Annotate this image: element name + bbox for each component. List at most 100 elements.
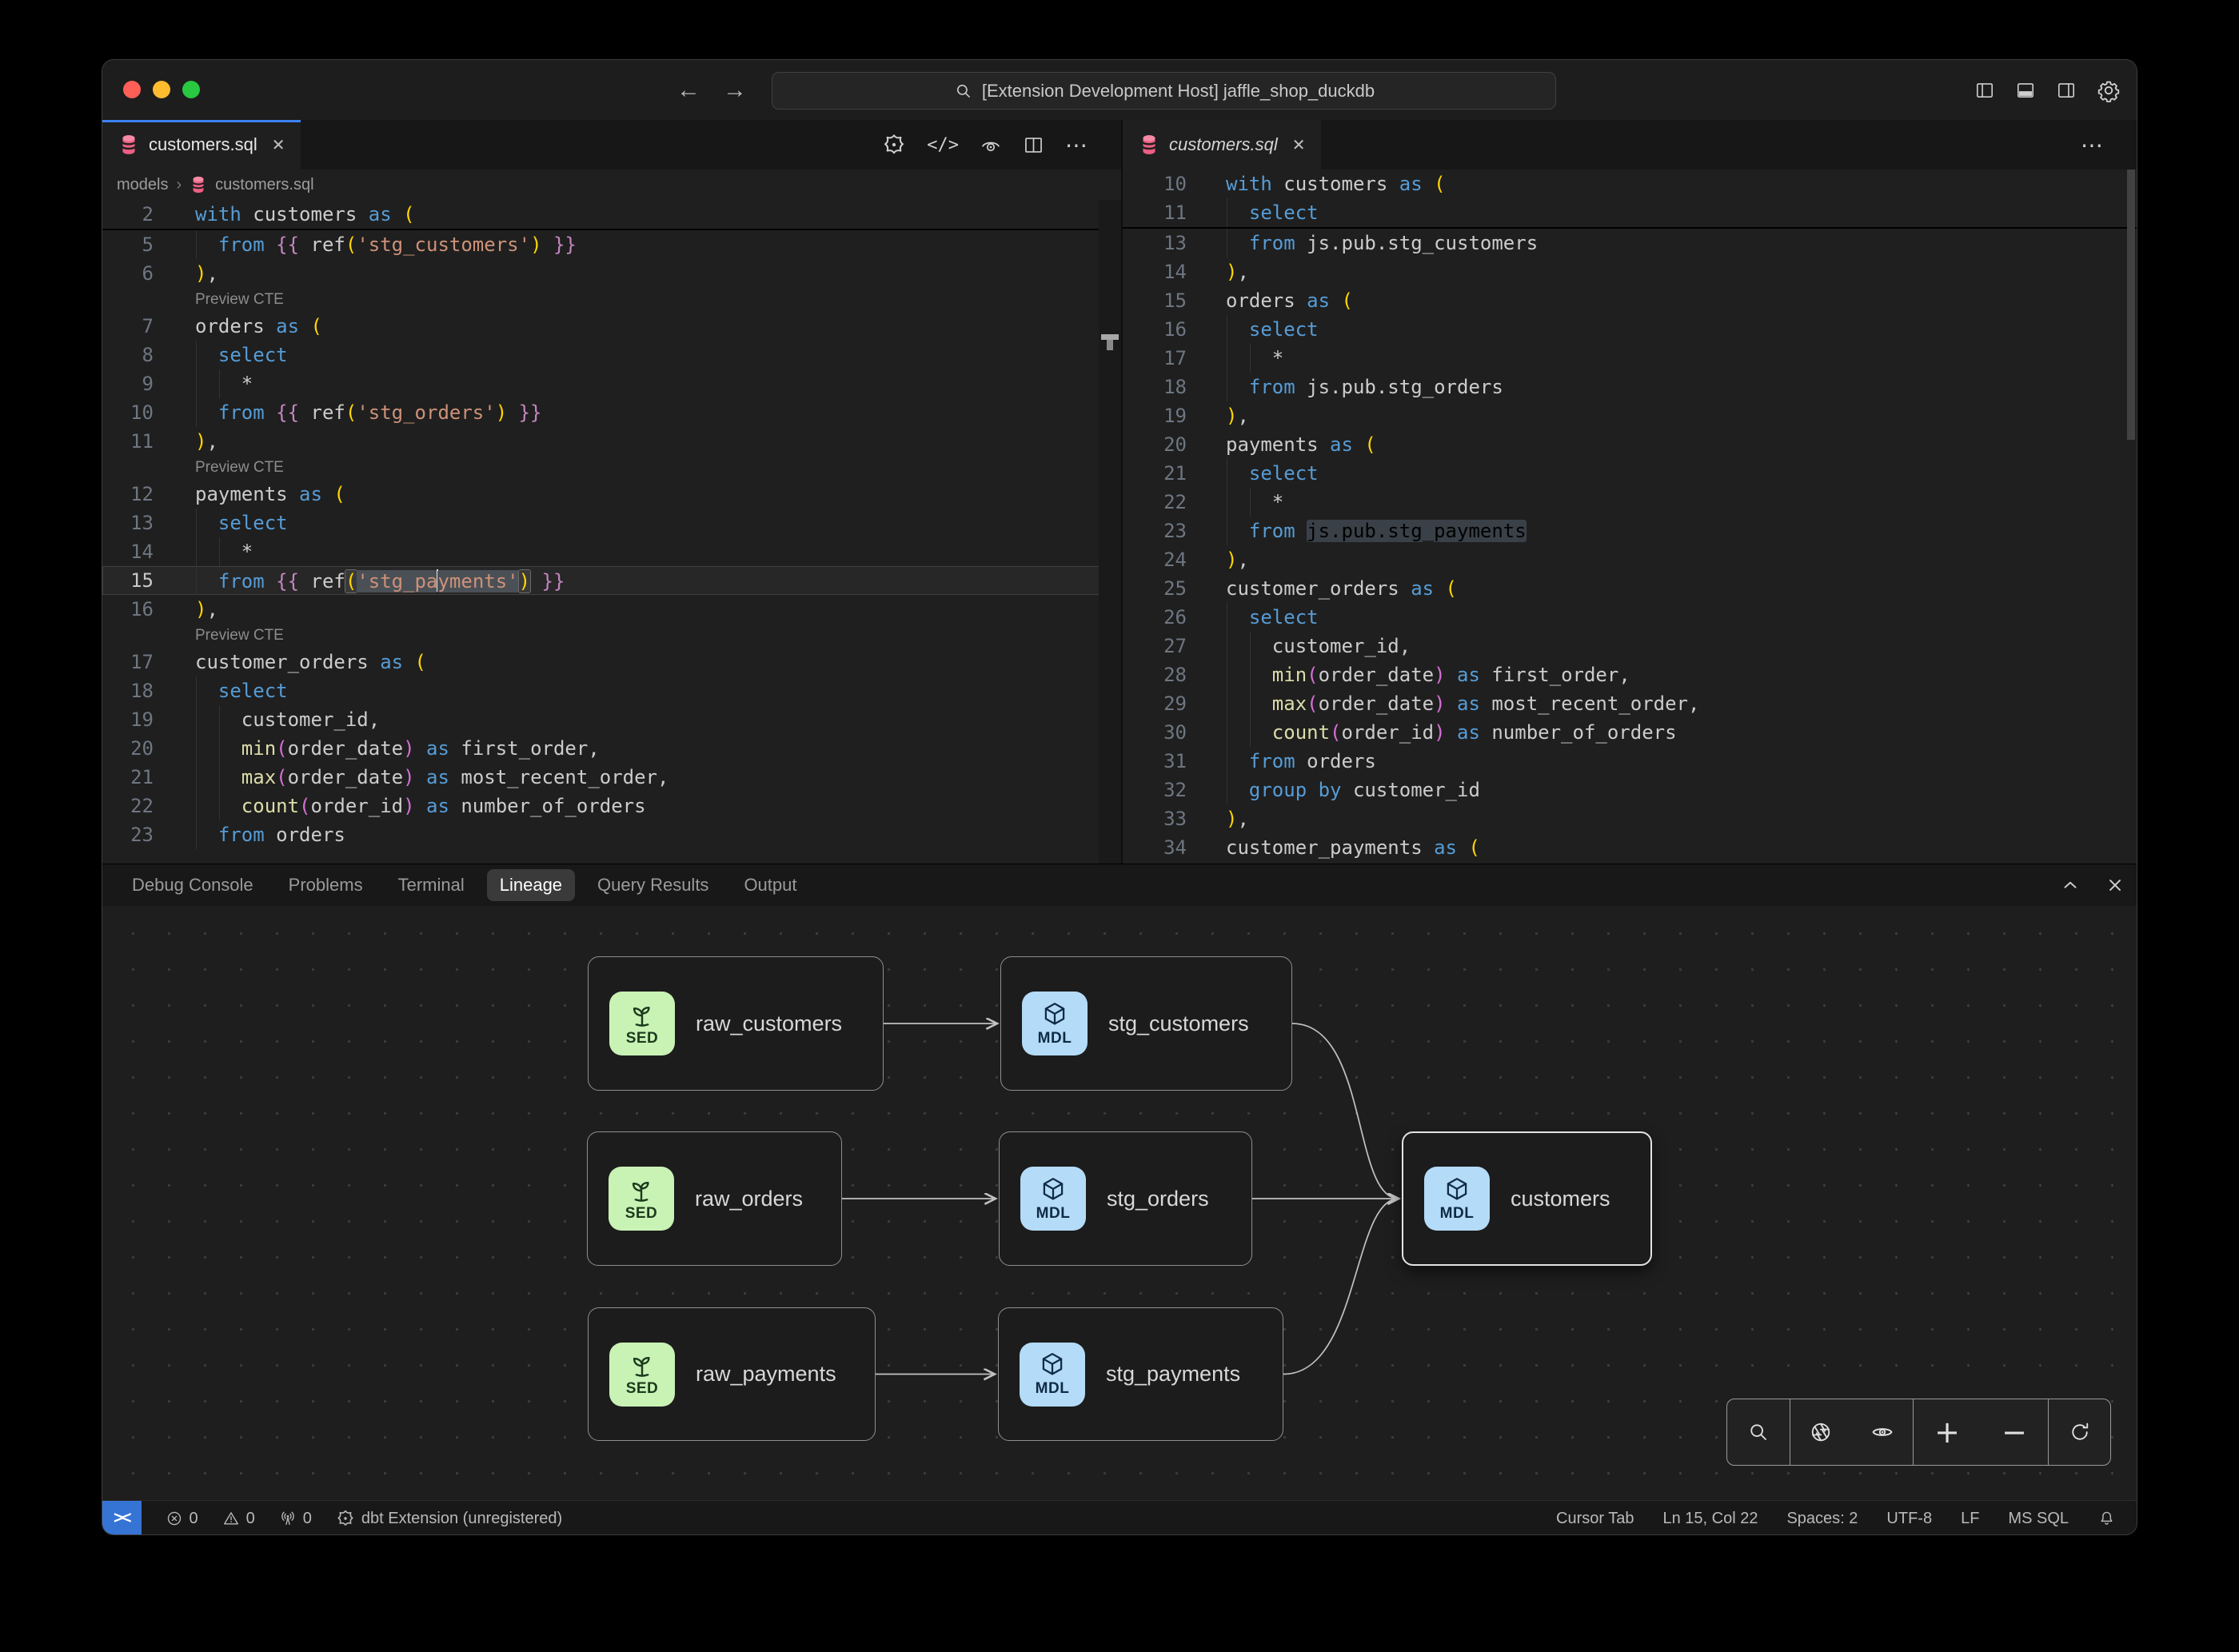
remote-indicator[interactable]: >< xyxy=(102,1501,142,1534)
eol[interactable]: LF xyxy=(1961,1510,1979,1528)
more-actions-icon[interactable]: ⋯ xyxy=(2081,132,2103,158)
refresh-icon[interactable] xyxy=(2068,1420,2092,1444)
compiled-editor-line-33[interactable]: 33), xyxy=(1123,804,2137,833)
compiled-editor-line-34[interactable]: 34customer_payments as ( xyxy=(1123,833,2137,862)
close-window-button[interactable] xyxy=(123,81,141,98)
zoom-out-icon[interactable]: − xyxy=(2002,1417,2027,1447)
codelens-preview-cte[interactable]: Preview CTE xyxy=(102,456,1121,480)
compiled-editor-line-18[interactable]: 18 from js.pub.stg_orders xyxy=(1123,373,2137,401)
compiled-editor-line-26[interactable]: 26 select xyxy=(1123,603,2137,632)
compiled-editor-line-21[interactable]: 21 select xyxy=(1123,459,2137,488)
notifications-bell[interactable] xyxy=(2097,1510,2116,1528)
compiled-editor-line-10[interactable]: 10with customers as ( xyxy=(1123,170,2137,198)
toggle-panel-icon[interactable] xyxy=(2015,80,2036,101)
dbt-run-icon[interactable] xyxy=(882,133,906,157)
compiled-editor-line-13[interactable]: 13 from js.pub.stg_customers xyxy=(1123,229,2137,257)
source-editor-line-5[interactable]: 5 from {{ ref('stg_customers') }} xyxy=(102,230,1121,259)
tab-customers-sql-left[interactable]: customers.sql ✕ xyxy=(102,120,301,170)
source-editor-line-13[interactable]: 13 select xyxy=(102,509,1121,537)
source-editor-line-15[interactable]: 15 from {{ ref('stg_payments') }} xyxy=(102,566,1121,595)
panel-tab-query-results[interactable]: Query Results xyxy=(585,869,721,901)
source-editor-line-16[interactable]: 16), xyxy=(102,595,1121,624)
compiled-editor-line-20[interactable]: 20payments as ( xyxy=(1123,430,2137,459)
lineage-node-customers[interactable]: MDLcustomers xyxy=(1402,1131,1652,1266)
close-icon[interactable]: ✕ xyxy=(272,135,285,155)
codelens-preview-cte[interactable]: Preview CTE xyxy=(102,288,1121,312)
compiled-editor-line-19[interactable]: 19), xyxy=(1123,401,2137,430)
compiled-editor-line-15[interactable]: 15orders as ( xyxy=(1123,286,2137,315)
lineage-node-raw_orders[interactable]: SEDraw_orders xyxy=(587,1131,842,1266)
compiled-editor-line-31[interactable]: 31 from orders xyxy=(1123,747,2137,776)
compiled-editor-line-17[interactable]: 17 * xyxy=(1123,344,2137,373)
panel-tab-output[interactable]: Output xyxy=(731,869,809,901)
cursor-position[interactable]: Ln 15, Col 22 xyxy=(1662,1510,1758,1528)
dbt-extension-status[interactable]: dbt Extension (unregistered) xyxy=(336,1509,562,1528)
source-editor-line-21[interactable]: 21 max(order_date) as most_recent_order, xyxy=(102,763,1121,792)
aperture-icon[interactable] xyxy=(1809,1420,1833,1444)
compiled-editor-line-32[interactable]: 32 group by customer_id xyxy=(1123,776,2137,804)
lineage-node-stg_orders[interactable]: MDLstg_orders xyxy=(999,1131,1252,1266)
panel-tab-lineage[interactable]: Lineage xyxy=(487,869,575,901)
lineage-canvas[interactable]: + − SEDraw_customers MDLstg_customers SEDra… xyxy=(102,906,2137,1500)
toggle-sidebar-left-icon[interactable] xyxy=(1974,80,1995,101)
source-editor-line-20[interactable]: 20 min(order_date) as first_order, xyxy=(102,734,1121,763)
query-preview-icon[interactable] xyxy=(980,134,1002,156)
gear-icon[interactable] xyxy=(2097,78,2121,102)
chevron-up-icon[interactable] xyxy=(2060,875,2081,896)
source-editor-line-17[interactable]: 17customer_orders as ( xyxy=(102,648,1121,676)
source-editor-line-14[interactable]: 14 * xyxy=(102,537,1121,566)
ports-count[interactable]: 0 xyxy=(279,1510,312,1528)
compiled-editor-line-14[interactable]: 14), xyxy=(1123,257,2137,286)
scrollbar-handle[interactable] xyxy=(1101,334,1119,340)
compiled-editor-line-27[interactable]: 27 customer_id, xyxy=(1123,632,2137,660)
eye-icon[interactable] xyxy=(1870,1420,1894,1444)
zoom-window-button[interactable] xyxy=(182,81,200,98)
compiled-editor-line-23[interactable]: 23 from js.pub.stg_payments xyxy=(1123,517,2137,545)
lineage-node-raw_customers[interactable]: SEDraw_customers xyxy=(588,956,884,1091)
breadcrumb-file[interactable]: customers.sql xyxy=(215,176,313,194)
back-icon[interactable]: ← xyxy=(676,77,700,104)
source-editor-line-8[interactable]: 8 select xyxy=(102,341,1121,369)
search-icon[interactable] xyxy=(1746,1420,1770,1444)
more-actions-icon[interactable]: ⋯ xyxy=(1065,132,1088,158)
minimize-window-button[interactable] xyxy=(153,81,170,98)
zoom-in-icon[interactable]: + xyxy=(1934,1417,1960,1447)
editor-scrollbar[interactable] xyxy=(1099,200,1121,864)
breadcrumb[interactable]: models › customers.sql xyxy=(102,170,1121,200)
close-icon[interactable]: ✕ xyxy=(1292,135,1306,155)
source-editor-line-7[interactable]: 7orders as ( xyxy=(102,312,1121,341)
tab-customers-sql-right[interactable]: customers.sql ✕ xyxy=(1123,120,1321,170)
split-editor-icon[interactable] xyxy=(1023,134,1044,156)
command-center-search[interactable]: [Extension Development Host] jaffle_shop… xyxy=(772,72,1556,110)
panel-tab-terminal[interactable]: Terminal xyxy=(385,869,477,901)
compiled-editor-line-16[interactable]: 16 select xyxy=(1123,315,2137,344)
language-mode[interactable]: MS SQL xyxy=(2008,1510,2069,1528)
source-editor-line-22[interactable]: 22 count(order_id) as number_of_orders xyxy=(102,792,1121,820)
indentation[interactable]: Spaces: 2 xyxy=(1786,1510,1858,1528)
cursor-tab[interactable]: Cursor Tab xyxy=(1556,1510,1634,1528)
codelens-preview-cte[interactable]: Preview CTE xyxy=(102,624,1121,648)
lineage-node-stg_customers[interactable]: MDLstg_customers xyxy=(1000,956,1292,1091)
source-editor-line-10[interactable]: 10 from {{ ref('stg_orders') }} xyxy=(102,398,1121,427)
panel-tab-debug-console[interactable]: Debug Console xyxy=(119,869,266,901)
source-editor-line-19[interactable]: 19 customer_id, xyxy=(102,705,1121,734)
compiled-editor-line-25[interactable]: 25customer_orders as ( xyxy=(1123,574,2137,603)
source-editor-line-6[interactable]: 6), xyxy=(102,259,1121,288)
encoding[interactable]: UTF-8 xyxy=(1886,1510,1932,1528)
warnings-count[interactable]: 0 xyxy=(222,1510,255,1528)
compiled-editor-line-30[interactable]: 30 count(order_id) as number_of_orders xyxy=(1123,718,2137,747)
forward-icon[interactable]: → xyxy=(723,77,747,104)
source-editor-line-12[interactable]: 12payments as ( xyxy=(102,480,1121,509)
breadcrumb-folder[interactable]: models xyxy=(117,176,168,194)
compiled-editor-line-22[interactable]: 22 * xyxy=(1123,488,2137,517)
toggle-sidebar-right-icon[interactable] xyxy=(2056,80,2077,101)
compiled-editor-line-24[interactable]: 24), xyxy=(1123,545,2137,574)
scrollbar-handle-stem[interactable] xyxy=(1107,340,1113,350)
source-editor-line-11[interactable]: 11), xyxy=(102,427,1121,456)
compiled-editor-line-28[interactable]: 28 min(order_date) as first_order, xyxy=(1123,660,2137,689)
source-editor-line-9[interactable]: 9 * xyxy=(102,369,1121,398)
lineage-node-raw_payments[interactable]: SEDraw_payments xyxy=(588,1307,876,1441)
panel-tab-problems[interactable]: Problems xyxy=(276,869,376,901)
compiled-editor-line-29[interactable]: 29 max(order_date) as most_recent_order, xyxy=(1123,689,2137,718)
source-editor-line-2[interactable]: 2with customers as ( xyxy=(102,200,1121,229)
